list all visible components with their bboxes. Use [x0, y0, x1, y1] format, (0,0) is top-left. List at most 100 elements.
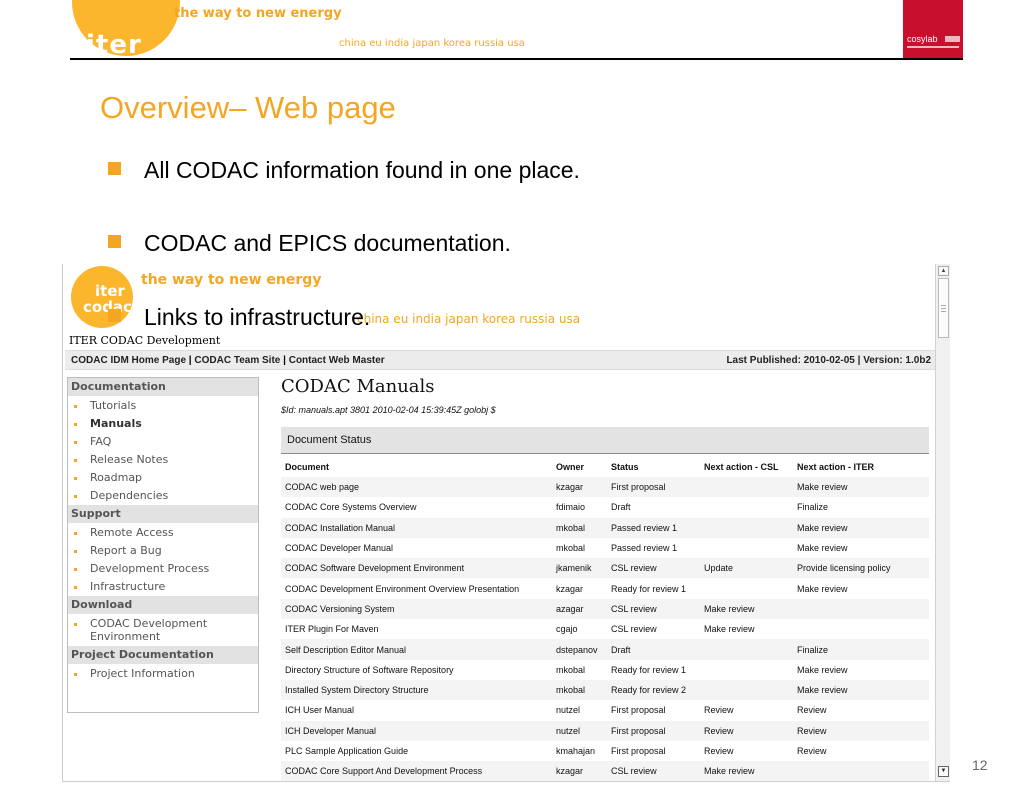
table-cell: Review: [797, 705, 827, 716]
table-cell: [700, 497, 793, 517]
sidebar-item-remote-access[interactable]: Remote Access: [68, 524, 258, 542]
table-row: CODAC Development Environment Overview P…: [281, 578, 929, 599]
document-link[interactable]: ICH Developer Manual: [281, 721, 552, 741]
table-cell: First proposal: [611, 746, 666, 756]
table-cell: Finalize: [797, 502, 829, 513]
table-row: ICH Developer Manual nutzel First proposal…: [281, 720, 929, 741]
table-cell: [793, 619, 929, 639]
sidebar-item-release-notes[interactable]: Release Notes: [68, 451, 258, 469]
bullet-dot-icon: [74, 459, 77, 462]
svn-id-line: $Id: manuals.apt 3801 2010-02-04 15:39:4…: [281, 405, 496, 415]
table-cell: Draft: [611, 644, 631, 655]
scroll-down-arrow-icon[interactable]: ▼: [938, 766, 949, 777]
table-cell: Make review: [797, 583, 848, 594]
bullet-dot-icon: [74, 550, 77, 553]
vertical-scrollbar[interactable]: ▲ ▼: [935, 264, 950, 781]
table-cell: Passed review 1: [611, 522, 678, 533]
bullet-dot-icon: [74, 405, 77, 408]
table-cell: Ready for review 2: [611, 685, 687, 696]
sidebar-item-label: Tutorials: [90, 399, 137, 412]
sidebar-item-faq[interactable]: FAQ: [68, 433, 258, 451]
table-cell: CSL review: [611, 563, 657, 574]
link-contact-web-master[interactable]: Contact Web Master: [289, 355, 385, 366]
sidebar-item-manuals[interactable]: Manuals: [68, 415, 258, 433]
table-cell: Update: [704, 563, 734, 574]
bullet-dot-icon: [74, 495, 77, 498]
sidebar-item-dependencies[interactable]: Dependencies: [68, 487, 258, 505]
table-cell: nutzel: [556, 725, 581, 736]
document-link[interactable]: CODAC Core Support And Development Proce…: [281, 761, 552, 781]
sidebar-item-label: Release Notes: [90, 453, 169, 466]
table-cell: mkobal: [556, 522, 586, 533]
sidebar-item-label: Development Process: [90, 562, 210, 575]
main-content: CODAC Manuals $Id: manuals.apt 3801 2010…: [281, 376, 931, 781]
sidebar-item-codac-development-environment[interactable]: CODAC Development Environment: [68, 615, 258, 646]
table-cell: dstepanov: [556, 644, 598, 655]
sidebar-item-report-a-bug[interactable]: Report a Bug: [68, 542, 258, 560]
sidebar-item-infrastructure[interactable]: Infrastructure: [68, 578, 258, 596]
table-cell: Make review: [797, 685, 848, 696]
table-row: Installed System Directory Structure mkob…: [281, 679, 929, 701]
document-link[interactable]: ITER Plugin For Maven: [281, 619, 552, 639]
sidebar-section-header: Documentation: [68, 378, 258, 396]
table-cell: Ready for review 1: [611, 664, 687, 675]
header-divider: [70, 58, 963, 60]
table-cell: Review: [704, 725, 734, 736]
table-cell: CSL review: [611, 603, 657, 614]
table-cell: Provide licensing policy: [797, 563, 891, 574]
document-link[interactable]: PLC Sample Application Guide: [281, 741, 552, 761]
table-cell: azagar: [556, 603, 584, 614]
link-codac-team-site[interactable]: CODAC Team Site: [194, 355, 280, 366]
table-row: CODAC web page kzagar First proposal Make r…: [281, 477, 929, 498]
table-cell: [700, 578, 793, 598]
scroll-thumb[interactable]: [938, 278, 949, 338]
table-cell: Review: [797, 725, 827, 736]
bullet-square-icon: [108, 235, 121, 248]
document-link[interactable]: CODAC Core Systems Overview: [281, 497, 552, 517]
sidebar-item-roadmap[interactable]: Roadmap: [68, 469, 258, 487]
scroll-up-arrow-icon[interactable]: ▲: [938, 266, 949, 276]
table-cell: [700, 477, 793, 497]
document-link[interactable]: CODAC web page: [281, 477, 552, 497]
document-link[interactable]: CODAC Developer Manual: [281, 538, 552, 558]
bullet-text: Links to infrastructure.: [144, 304, 371, 330]
sidebar-item-project-information[interactable]: Project Information: [68, 665, 258, 683]
sidebar-item-label: Manuals: [90, 417, 142, 430]
bullet-dot-icon: [74, 673, 77, 676]
sidebar-item-label: Project Information: [90, 667, 195, 680]
table-cell: [700, 660, 793, 680]
sidebar-item-development-process[interactable]: Development Process: [68, 560, 258, 578]
table-row: CODAC Versioning System azagar CSL review M…: [281, 598, 929, 620]
document-link[interactable]: Directory Structure of Software Reposito…: [281, 660, 552, 680]
table-cell: Make review: [704, 603, 755, 614]
site-name: ITER CODAC Development: [69, 334, 221, 347]
column-header: Document: [281, 457, 552, 477]
sidebar-item-tutorials[interactable]: Tutorials: [68, 397, 258, 415]
document-link[interactable]: Self Description Editor Manual: [281, 639, 552, 659]
breadcrumb-links: CODAC IDM Home Page | CODAC Team Site | …: [71, 355, 385, 366]
table-row: CODAC Core Systems Overview fdimaio Draft F…: [281, 497, 929, 518]
table-cell: [793, 761, 929, 781]
document-link[interactable]: CODAC Installation Manual: [281, 518, 552, 538]
breadcrumb-separator: |: [283, 355, 286, 366]
site-countries: china eu india japan korea russia usa: [357, 312, 581, 326]
document-link[interactable]: CODAC Software Development Environment: [281, 558, 552, 578]
table-cell: Make review: [797, 522, 848, 533]
document-link[interactable]: CODAC Versioning System: [281, 599, 552, 619]
table-cell: jkamenik: [556, 563, 592, 574]
document-link[interactable]: ICH User Manual: [281, 700, 552, 720]
link-codac-idm-home[interactable]: CODAC IDM Home Page: [71, 355, 186, 366]
column-header: Next action - ITER: [793, 457, 929, 477]
table-cell: First proposal: [611, 725, 666, 736]
bullet-dot-icon: [74, 532, 77, 535]
table-cell: mkobal: [556, 543, 586, 554]
sidebar-section-header: Support: [68, 505, 258, 523]
document-link[interactable]: CODAC Development Environment Overview P…: [281, 578, 552, 598]
table-header-row: Document Owner Status Next action - CSL Next…: [281, 457, 929, 477]
site-tagline: the way to new energy: [141, 272, 322, 288]
bullet-square-icon: [108, 162, 121, 175]
sidebar-item-label: Dependencies: [90, 489, 169, 502]
table-cell: Review: [704, 705, 734, 716]
document-link[interactable]: Installed System Directory Structure: [281, 680, 552, 700]
scroll-grip-icon: [941, 311, 946, 312]
